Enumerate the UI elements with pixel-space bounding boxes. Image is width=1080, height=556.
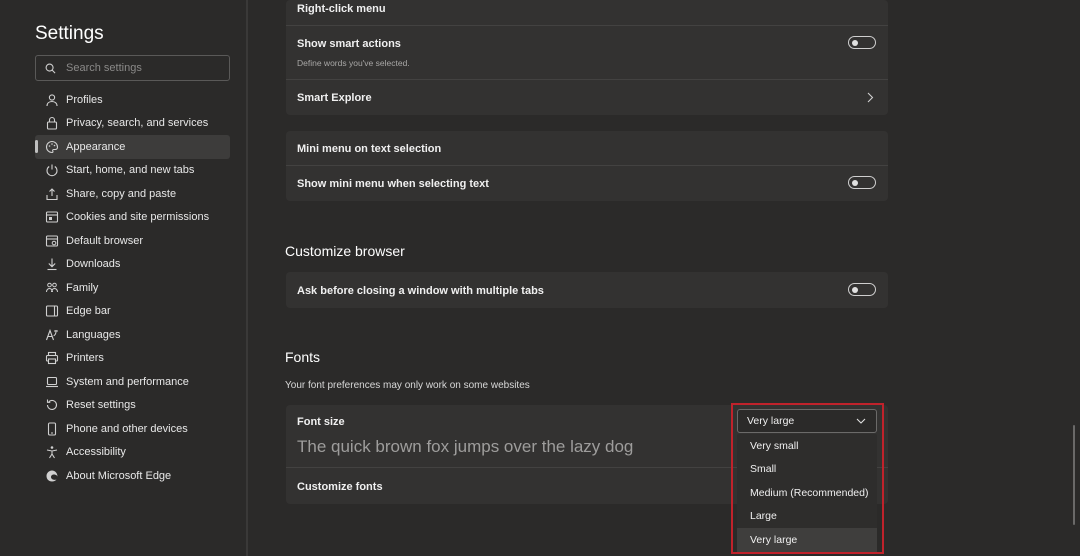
- customize-browser-heading: Customize browser: [285, 243, 405, 259]
- sidebar-item-label: Edge bar: [66, 305, 111, 318]
- sidebar-item-label: System and performance: [66, 375, 189, 388]
- sidebar-item-label: Printers: [66, 352, 104, 365]
- smart-explore-row[interactable]: Smart Explore: [286, 80, 888, 115]
- share-icon: [45, 187, 59, 201]
- sidebar-item-label: Reset settings: [66, 399, 136, 412]
- smart-actions-row: Show smart actions Define words you've s…: [286, 26, 888, 80]
- laptop-icon: [45, 375, 59, 389]
- cookies-icon: [45, 210, 59, 224]
- sidebar-item-reset[interactable]: Reset settings: [35, 394, 230, 418]
- font-size-dropdown[interactable]: Very large: [737, 409, 877, 433]
- show-mini-menu-toggle[interactable]: [848, 176, 876, 189]
- settings-nav: Profiles Privacy, search, and services A…: [35, 88, 230, 488]
- customize-fonts-label: Customize fonts: [297, 481, 383, 493]
- mini-menu-header-row: Mini menu on text selection: [286, 131, 888, 166]
- ask-close-toggle[interactable]: [848, 283, 876, 296]
- sidebar-item-downloads[interactable]: Downloads: [35, 253, 230, 277]
- chevron-right-icon: [867, 92, 874, 103]
- sidebar-item-profiles[interactable]: Profiles: [35, 88, 230, 112]
- sidebar: Settings Profiles Privacy, search, and s…: [0, 0, 248, 556]
- family-icon: [45, 281, 59, 295]
- sidebar-item-edge-bar[interactable]: Edge bar: [35, 300, 230, 324]
- sidebar-item-label: Languages: [66, 328, 121, 341]
- sidebar-item-start-home[interactable]: Start, home, and new tabs: [35, 159, 230, 183]
- smart-actions-label: Show smart actions: [297, 38, 401, 50]
- lock-icon: [45, 116, 59, 130]
- smart-actions-toggle[interactable]: [848, 36, 876, 49]
- printer-icon: [45, 351, 59, 365]
- sidebar-item-phone[interactable]: Phone and other devices: [35, 417, 230, 441]
- sidebar-item-label: Privacy, search, and services: [66, 117, 209, 130]
- sidebar-item-default-browser[interactable]: Default browser: [35, 229, 230, 253]
- font-size-option-medium[interactable]: Medium (Recommended): [737, 481, 877, 505]
- ask-close-label: Ask before closing a window with multipl…: [297, 285, 544, 297]
- sidebar-item-system[interactable]: System and performance: [35, 370, 230, 394]
- context-menu-card: Right-click menu Show smart actions Defi…: [286, 0, 888, 115]
- right-click-menu-row: Right-click menu: [286, 0, 888, 26]
- search-input[interactable]: [66, 62, 216, 74]
- sidebar-item-label: Cookies and site permissions: [66, 211, 210, 224]
- sidebar-item-label: Family: [66, 281, 99, 294]
- font-size-label: Font size: [297, 416, 345, 428]
- sidebar-item-languages[interactable]: Languages: [35, 323, 230, 347]
- font-size-option-very-large[interactable]: Very large: [737, 528, 877, 552]
- search-icon: [45, 63, 56, 73]
- fonts-heading: Fonts: [285, 349, 321, 365]
- sidebar-item-accessibility[interactable]: Accessibility: [35, 441, 230, 465]
- font-size-option-large[interactable]: Large: [737, 505, 877, 529]
- sidebar-item-label: Default browser: [66, 234, 144, 247]
- sidebar-item-printers[interactable]: Printers: [35, 347, 230, 371]
- mini-menu-title: Mini menu on text selection: [297, 143, 442, 155]
- sidebar-item-label: Accessibility: [66, 446, 126, 459]
- accessibility-icon: [45, 445, 59, 459]
- sidebar-item-cookies[interactable]: Cookies and site permissions: [35, 206, 230, 230]
- font-size-selected-value: Very large: [747, 415, 795, 427]
- sidebar-item-label: Downloads: [66, 258, 121, 271]
- edge-bar-icon: [45, 304, 59, 318]
- mini-menu-card: Mini menu on text selection Show mini me…: [286, 131, 888, 201]
- languages-icon: [45, 328, 59, 342]
- chevron-down-icon: [856, 418, 866, 424]
- main-content: Right-click menu Show smart actions Defi…: [250, 0, 1080, 556]
- sidebar-item-label: About Microsoft Edge: [66, 469, 172, 482]
- sidebar-item-share[interactable]: Share, copy and paste: [35, 182, 230, 206]
- browser-icon: [45, 234, 59, 248]
- smart-actions-description: Define words you've selected.: [297, 58, 410, 68]
- sidebar-item-label: Start, home, and new tabs: [66, 164, 195, 177]
- sidebar-item-about[interactable]: About Microsoft Edge: [35, 464, 230, 488]
- sidebar-item-label: Share, copy and paste: [66, 187, 177, 200]
- palette-icon: [45, 140, 59, 154]
- right-click-menu-label: Right-click menu: [297, 3, 386, 15]
- sidebar-item-label: Profiles: [66, 93, 103, 106]
- download-icon: [45, 257, 59, 271]
- search-box[interactable]: [35, 55, 230, 81]
- font-size-dropdown-menu: Very small Small Medium (Recommended) La…: [737, 434, 877, 553]
- sidebar-item-label: Appearance: [66, 140, 126, 153]
- smart-explore-label: Smart Explore: [297, 92, 372, 104]
- customize-browser-card: Ask before closing a window with multipl…: [286, 272, 888, 308]
- reset-icon: [45, 398, 59, 412]
- power-icon: [45, 163, 59, 177]
- ask-close-row: Ask before closing a window with multipl…: [286, 272, 888, 308]
- sidebar-item-label: Phone and other devices: [66, 422, 188, 435]
- edge-logo-icon: [45, 469, 59, 483]
- font-size-option-very-small[interactable]: Very small: [737, 434, 877, 458]
- sidebar-item-appearance[interactable]: Appearance: [35, 135, 230, 159]
- scrollbar[interactable]: [1073, 425, 1075, 525]
- fonts-description: Your font preferences may only work on s…: [285, 380, 530, 391]
- font-preview-text: The quick brown fox jumps over the lazy …: [297, 437, 634, 456]
- show-mini-menu-row: Show mini menu when selecting text: [286, 166, 888, 201]
- sidebar-item-privacy[interactable]: Privacy, search, and services: [35, 112, 230, 136]
- show-mini-menu-label: Show mini menu when selecting text: [297, 178, 489, 190]
- settings-title: Settings: [35, 23, 104, 44]
- font-size-option-small[interactable]: Small: [737, 458, 877, 482]
- sidebar-item-family[interactable]: Family: [35, 276, 230, 300]
- profile-icon: [45, 93, 59, 107]
- phone-icon: [45, 422, 59, 436]
